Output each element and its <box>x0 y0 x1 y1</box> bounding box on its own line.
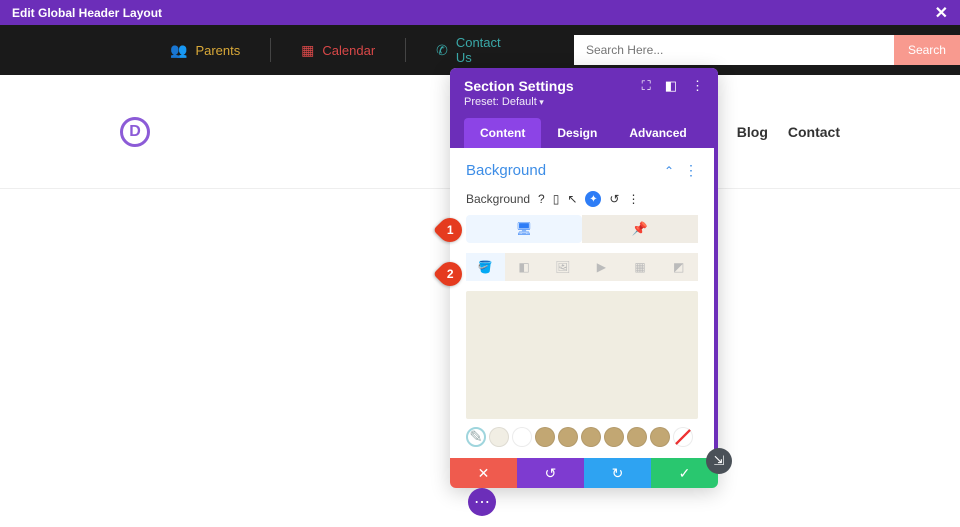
swatch-7[interactable] <box>627 427 647 447</box>
modal-title: Section Settings <box>464 78 574 94</box>
tab-design[interactable]: Design <box>541 118 613 148</box>
eyedropper-swatch[interactable]: ✎ <box>466 427 486 447</box>
expand-icon[interactable]: ⛶ <box>642 78 651 94</box>
pin-icon: 📌 <box>632 221 648 237</box>
nav-blog[interactable]: Blog <box>737 124 768 140</box>
modal-header: Section Settings ⛶ ◧ ⋮ Preset: Default C… <box>450 68 718 148</box>
cursor-icon[interactable]: ↖ <box>567 192 577 206</box>
bg-video-tab[interactable]: ▶ <box>582 253 621 281</box>
nav-contact[interactable]: ✆ Contact Us <box>406 38 544 62</box>
hover-state-icon[interactable]: ✦ <box>585 191 601 207</box>
bg-gradient-tab[interactable]: ◧ <box>505 253 544 281</box>
background-label: Background <box>466 192 530 206</box>
sticky-tab[interactable]: 📌 <box>582 215 698 243</box>
color-swatches: ✎ <box>466 427 698 453</box>
close-icon[interactable]: ✕ <box>935 3 948 23</box>
calendar-icon: ▦ <box>301 42 314 59</box>
users-icon: 👥 <box>170 42 187 59</box>
video-icon: ▶ <box>597 260 606 274</box>
field-more-icon[interactable]: ⋮ <box>627 192 639 206</box>
image-icon: 🖼 <box>555 260 570 274</box>
nav-calendar-label: Calendar <box>322 43 375 58</box>
preset-dropdown[interactable]: Preset: Default <box>464 96 704 108</box>
desktop-icon: 🖥 <box>516 221 533 237</box>
gradient-icon: ◧ <box>518 260 529 274</box>
global-header-bar: Edit Global Header Layout ✕ <box>0 0 960 25</box>
cancel-button[interactable]: ✕ <box>450 458 517 488</box>
paint-icon: 🪣 <box>478 260 493 274</box>
phone-view-icon[interactable]: ▯ <box>553 192 560 206</box>
nav-calendar[interactable]: ▦ Calendar <box>271 38 405 62</box>
swatch-1[interactable] <box>489 427 509 447</box>
undo-icon[interactable]: ↺ <box>609 192 619 206</box>
section-settings-modal: Section Settings ⛶ ◧ ⋮ Preset: Default C… <box>450 68 718 488</box>
undo-icon: ↺ <box>545 465 557 482</box>
swatch-6[interactable] <box>604 427 624 447</box>
desktop-tab[interactable]: 🖥 <box>466 215 582 243</box>
site-logo-icon[interactable]: D <box>120 117 150 147</box>
bg-color-tab[interactable]: 🪣 <box>466 253 505 281</box>
check-icon: ✓ <box>679 465 691 482</box>
nav-parents[interactable]: 👥 Parents <box>140 38 270 62</box>
swatch-5[interactable] <box>581 427 601 447</box>
clear-color-swatch[interactable] <box>673 427 693 447</box>
search-input[interactable] <box>574 35 894 65</box>
section-background-title[interactable]: Background <box>466 162 546 179</box>
help-icon[interactable]: ? <box>538 192 545 206</box>
undo-button[interactable]: ↺ <box>517 458 584 488</box>
resize-handle-icon[interactable]: ⇲ <box>706 448 732 474</box>
bg-image-tab[interactable]: 🖼 <box>543 253 582 281</box>
snap-icon[interactable]: ◧ <box>665 78 677 94</box>
bg-mask-tab[interactable]: ◩ <box>659 253 698 281</box>
search-form: Search <box>574 35 960 65</box>
background-preview[interactable] <box>466 291 698 419</box>
section-more-icon[interactable]: ⋮ <box>684 162 698 179</box>
tab-content[interactable]: Content <box>464 118 541 148</box>
swatch-8[interactable] <box>650 427 670 447</box>
tab-advanced[interactable]: Advanced <box>613 118 702 148</box>
floating-menu-button[interactable]: ⋯ <box>468 488 496 516</box>
mask-icon: ◩ <box>673 260 684 274</box>
nav-contact-page[interactable]: Contact <box>788 124 840 140</box>
close-icon: ✕ <box>478 465 490 482</box>
phone-icon: ✆ <box>436 42 448 59</box>
swatch-3[interactable] <box>535 427 555 447</box>
bg-pattern-tab[interactable]: ▦ <box>621 253 660 281</box>
background-type-tabs: 🪣 ◧ 🖼 ▶ ▦ ◩ <box>466 253 698 281</box>
modal-footer: ✕ ↺ ↻ ✓ <box>450 458 718 488</box>
responsive-tabs: 🖥 📌 <box>466 215 698 243</box>
redo-button[interactable]: ↻ <box>584 458 651 488</box>
more-icon[interactable]: ⋮ <box>691 78 704 94</box>
global-header-title: Edit Global Header Layout <box>12 6 162 20</box>
redo-icon: ↻ <box>612 465 624 482</box>
nav-parents-label: Parents <box>195 43 240 58</box>
swatch-2[interactable] <box>512 427 532 447</box>
pattern-icon: ▦ <box>634 260 645 274</box>
modal-panel: Background ⌃ ⋮ Background ? ▯ ↖ ✦ ↺ ⋮ 🖥 … <box>450 148 718 458</box>
swatch-4[interactable] <box>558 427 578 447</box>
dots-icon: ⋯ <box>474 492 490 512</box>
nav-contact-label: Contact Us <box>456 35 514 65</box>
search-button[interactable]: Search <box>894 35 960 65</box>
collapse-icon[interactable]: ⌃ <box>664 164 674 178</box>
